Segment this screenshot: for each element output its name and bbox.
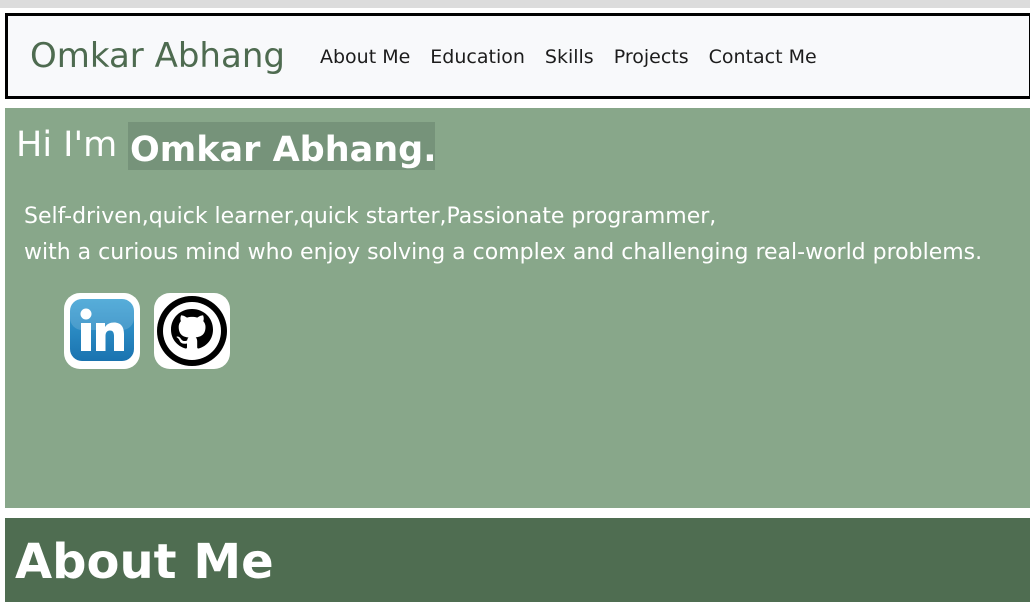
hero-section: Hi I'm Omkar Abhang. Self-driven,quick l… — [5, 108, 1030, 508]
hero-description: Self-driven,quick learner,quick starter,… — [24, 199, 982, 271]
nav-link-skills[interactable]: Skills — [545, 45, 594, 69]
about-title: About Me — [15, 534, 274, 590]
about-section: About Me — [5, 518, 1030, 602]
github-link[interactable] — [154, 293, 230, 369]
linkedin-link[interactable] — [64, 293, 140, 369]
nav-link-education[interactable]: Education — [430, 45, 525, 69]
brand-logo-text[interactable]: Omkar Abhang — [30, 36, 285, 76]
nav-link-contact-me[interactable]: Contact Me — [709, 45, 817, 69]
hero-description-line-1: Self-driven,quick learner,quick starter,… — [24, 204, 717, 229]
nav-link-about-me[interactable]: About Me — [320, 45, 410, 69]
linkedin-glyph-icon — [70, 299, 134, 351]
hero-name: Omkar Abhang. — [130, 130, 437, 170]
top-strip — [0, 0, 1030, 8]
github-icon — [157, 296, 227, 366]
github-octocat-icon — [163, 302, 221, 360]
hero-description-line-2: with a curious mind who enjoy solving a … — [24, 240, 983, 265]
hero-greeting: Hi I'm — [16, 125, 118, 165]
navbar: Omkar Abhang About Me Education Skills P… — [5, 13, 1030, 99]
nav-link-projects[interactable]: Projects — [614, 45, 689, 69]
nav-links: About Me Education Skills Projects Conta… — [320, 45, 837, 69]
linkedin-icon — [70, 299, 134, 361]
